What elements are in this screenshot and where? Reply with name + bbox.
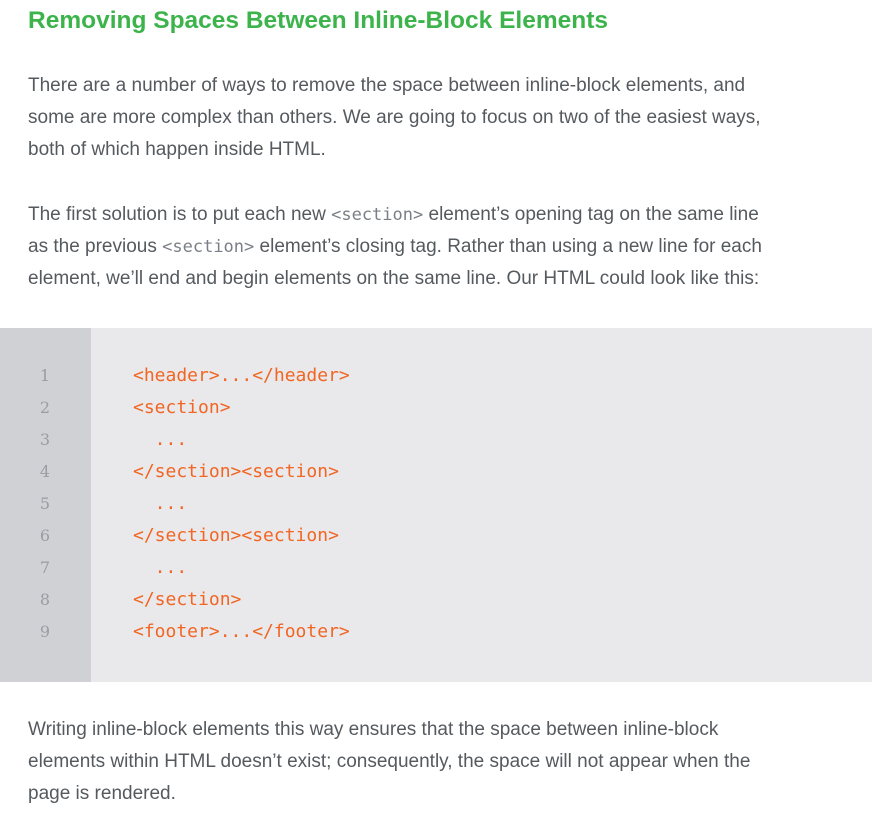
code-line: ... <box>133 429 188 450</box>
code-line: <footer>...</footer> <box>133 621 350 642</box>
code-line: </section><section> <box>133 461 339 482</box>
code-line: ... <box>133 557 188 578</box>
line-number: 2 <box>39 398 50 417</box>
line-number: 1 <box>39 366 50 385</box>
paragraph-line: page is rendered. <box>28 783 176 804</box>
line-number: 9 <box>39 622 50 641</box>
first-solution-paragraph: The first solution is to put each new <s… <box>28 199 858 295</box>
paragraph-line: The first solution is to put each new <s… <box>28 199 858 231</box>
line-number: 3 <box>39 430 50 449</box>
paragraph-line: as the previous <section> element’s clos… <box>28 231 858 263</box>
paragraph-line: some are more complex than others. We ar… <box>28 107 761 128</box>
text-segment: The first solution is to put each new <box>28 204 332 225</box>
line-number: 7 <box>39 558 50 577</box>
text-segment: element’s opening tag on the same line <box>423 204 759 225</box>
conclusion-paragraph: Writing inline-block elements this way e… <box>28 714 858 810</box>
code-line: ... <box>133 493 188 514</box>
intro-paragraph: There are a number of ways to remove the… <box>28 70 858 166</box>
text-segment: as the previous <box>28 236 163 257</box>
section-heading: Removing Spaces Between Inline-Block Ele… <box>28 7 609 34</box>
paragraph-line: Writing inline-block elements this way e… <box>28 719 719 740</box>
code-line: </section> <box>133 589 242 610</box>
paragraph-line: elements within HTML doesn’t exist; cons… <box>28 751 751 772</box>
line-number: 8 <box>39 590 50 609</box>
code-line: <section> <box>133 397 231 418</box>
code-block: 1 2 3 4 5 6 7 8 9 <header>...</header> <… <box>0 328 872 682</box>
paragraph-line: element, we’ll end and begin elements on… <box>28 268 760 289</box>
line-number-gutter: 1 2 3 4 5 6 7 8 9 <box>0 328 91 682</box>
line-number: 6 <box>39 526 50 545</box>
inline-code-section: <section> <box>162 237 255 257</box>
paragraph-line: There are a number of ways to remove the… <box>28 75 746 96</box>
inline-code-section: <section> <box>331 205 424 225</box>
text-segment: element’s closing tag. Rather than using… <box>254 236 762 257</box>
code-line: </section><section> <box>133 525 339 546</box>
code-line: <header>...</header> <box>133 365 350 386</box>
line-number: 5 <box>39 494 50 513</box>
line-number: 4 <box>39 462 50 481</box>
paragraph-line: both of which happen inside HTML. <box>28 139 326 160</box>
